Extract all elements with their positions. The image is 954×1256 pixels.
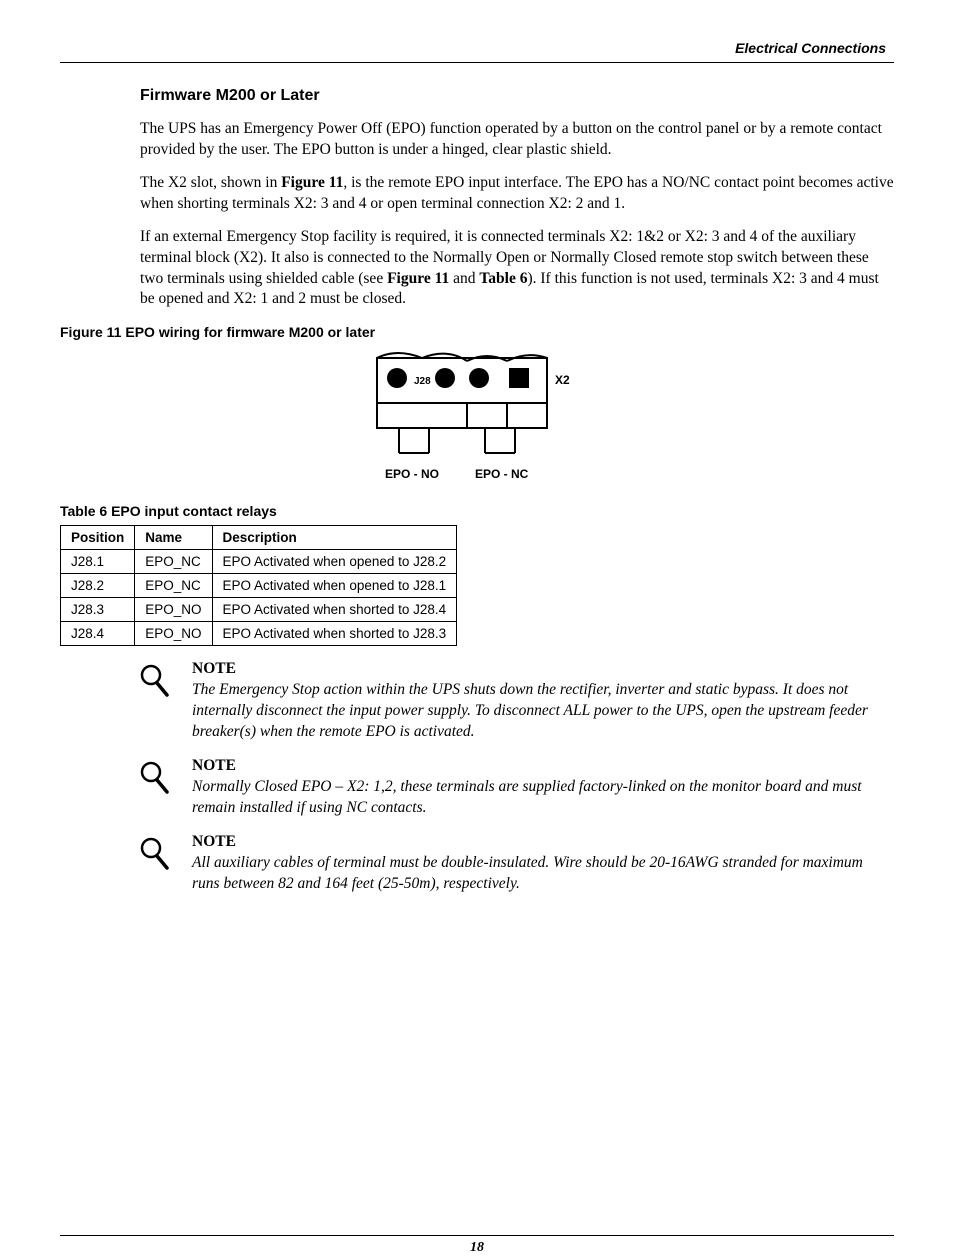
note-body: All auxiliary cables of terminal must be…: [192, 853, 894, 895]
header-section: Electrical Connections: [60, 40, 894, 56]
section-heading: Firmware M200 or Later: [140, 87, 894, 105]
note-block: NOTE All auxiliary cables of terminal mu…: [60, 833, 894, 895]
cell-description: EPO Activated when opened to J28.2: [212, 550, 457, 574]
note-block: NOTE The Emergency Stop action within th…: [60, 660, 894, 743]
label-epo-nc: EPO - NC: [475, 467, 529, 481]
paragraph-2: The X2 slot, shown in Figure 11, is the …: [140, 173, 894, 215]
table-6-caption: Table 6 EPO input contact relays: [60, 503, 894, 519]
label-epo-no: EPO - NO: [385, 467, 439, 481]
cell-name: EPO_NO: [135, 598, 212, 622]
cell-position: J28.4: [61, 622, 135, 646]
th-description: Description: [212, 526, 457, 550]
table-row: J28.2 EPO_NC EPO Activated when opened t…: [61, 574, 457, 598]
th-position: Position: [61, 526, 135, 550]
cell-name: EPO_NC: [135, 574, 212, 598]
table-ref-6: Table 6: [479, 270, 527, 287]
figure-11-caption: Figure 11 EPO wiring for firmware M200 o…: [60, 324, 894, 340]
table-6: Position Name Description J28.1 EPO_NC E…: [60, 525, 457, 646]
cell-position: J28.3: [61, 598, 135, 622]
table-row: J28.4 EPO_NO EPO Activated when shorted …: [61, 622, 457, 646]
p2-a: The X2 slot, shown in: [140, 174, 281, 191]
label-j28: J28: [414, 376, 431, 387]
note-title: NOTE: [192, 833, 894, 851]
figure-ref-11: Figure 11: [281, 174, 343, 191]
header-rule: [60, 62, 894, 63]
figure-11-diagram: J28 X2 EPO - NO EPO - NC: [60, 348, 894, 493]
magnifier-icon: [140, 833, 180, 876]
page-number: 18: [60, 1235, 894, 1256]
note-body: Normally Closed EPO – X2: 1,2, these ter…: [192, 777, 894, 819]
cell-description: EPO Activated when shorted to J28.3: [212, 622, 457, 646]
label-x2: X2: [555, 373, 570, 387]
note-title: NOTE: [192, 660, 894, 678]
table-header-row: Position Name Description: [61, 526, 457, 550]
cell-name: EPO_NO: [135, 622, 212, 646]
cell-description: EPO Activated when shorted to J28.4: [212, 598, 457, 622]
note-title: NOTE: [192, 757, 894, 775]
magnifier-icon: [140, 757, 180, 800]
cell-description: EPO Activated when opened to J28.1: [212, 574, 457, 598]
paragraph-3: If an external Emergency Stop facility i…: [140, 227, 894, 311]
p3-c: and: [449, 270, 479, 287]
magnifier-icon: [140, 660, 180, 703]
cell-name: EPO_NC: [135, 550, 212, 574]
cell-position: J28.2: [61, 574, 135, 598]
table-row: J28.3 EPO_NO EPO Activated when shorted …: [61, 598, 457, 622]
paragraph-1: The UPS has an Emergency Power Off (EPO)…: [140, 119, 894, 161]
figure-ref-11b: Figure 11: [387, 270, 449, 287]
note-body: The Emergency Stop action within the UPS…: [192, 680, 894, 743]
table-row: J28.1 EPO_NC EPO Activated when opened t…: [61, 550, 457, 574]
cell-position: J28.1: [61, 550, 135, 574]
note-block: NOTE Normally Closed EPO – X2: 1,2, thes…: [60, 757, 894, 819]
th-name: Name: [135, 526, 212, 550]
